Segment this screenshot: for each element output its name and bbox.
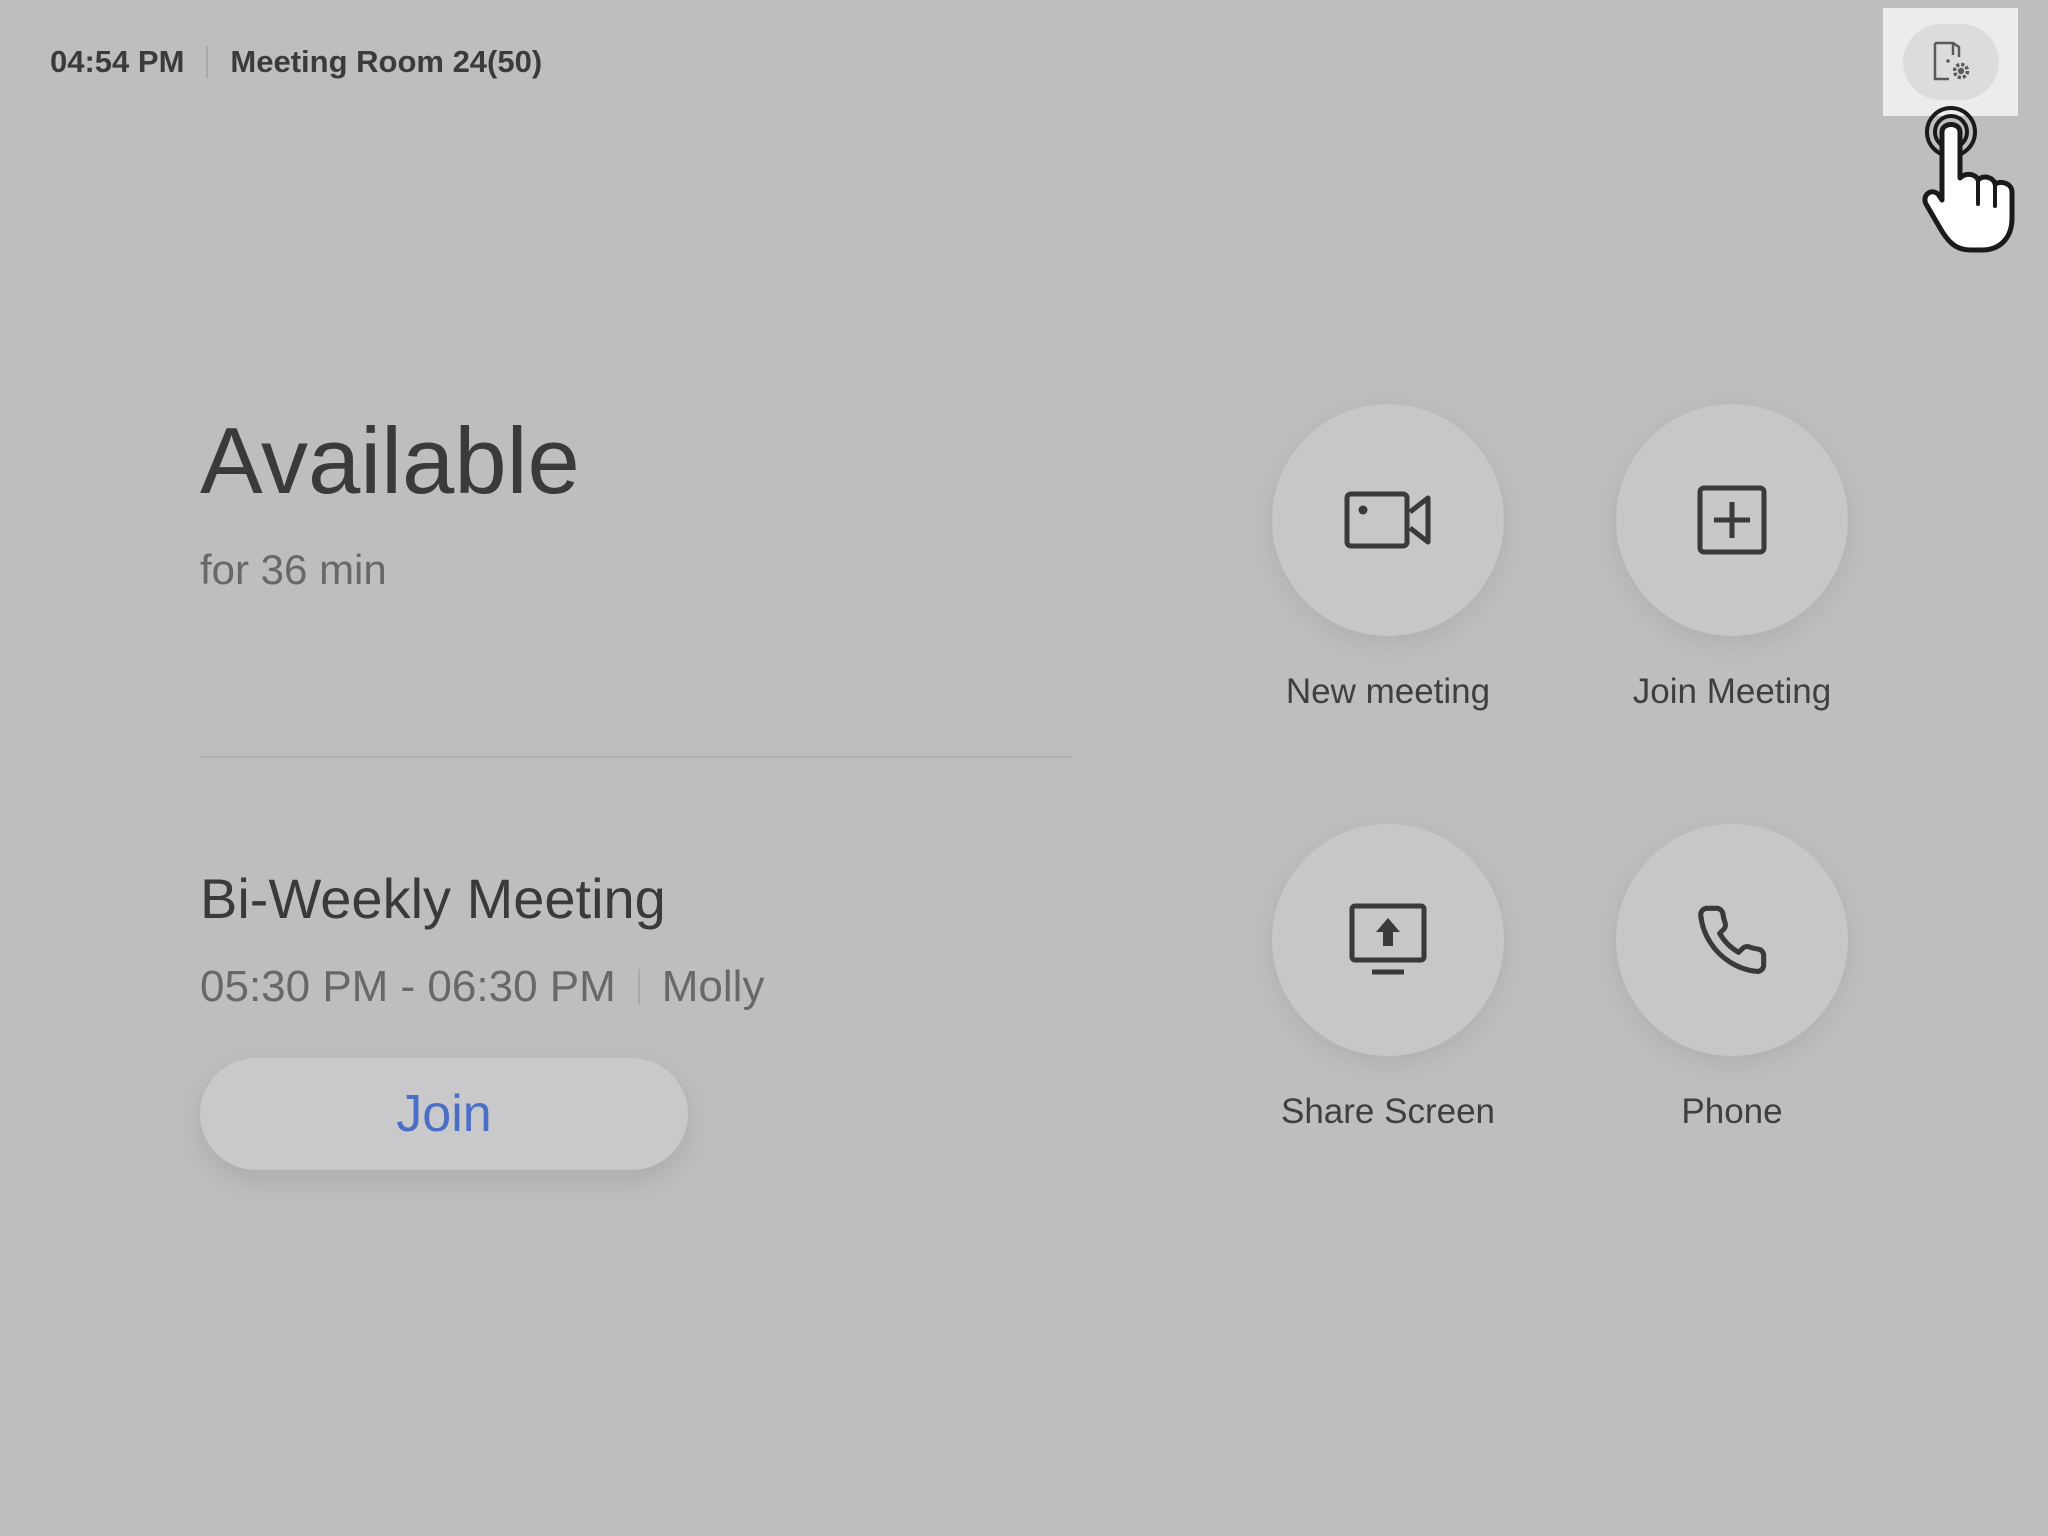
join-button[interactable]: Join bbox=[200, 1058, 688, 1170]
meta-divider bbox=[637, 969, 640, 1005]
upcoming-meeting-meta: 05:30 PM - 06:30 PM Molly bbox=[200, 962, 764, 1012]
video-camera-icon bbox=[1344, 491, 1431, 549]
phone-label: Phone bbox=[1681, 1092, 1783, 1131]
new-meeting-label: New meeting bbox=[1285, 672, 1491, 711]
room-settings-button[interactable] bbox=[1903, 24, 1999, 100]
upcoming-meeting-time: 05:30 PM - 06:30 PM bbox=[200, 962, 616, 1011]
upcoming-meeting-title: Bi-Weekly Meeting bbox=[200, 867, 666, 930]
phone-button[interactable] bbox=[1616, 824, 1848, 1056]
phone-action[interactable]: Phone bbox=[1616, 824, 1848, 1132]
upcoming-meeting-organizer: Molly bbox=[661, 962, 765, 1011]
room-settings-icon bbox=[1933, 41, 1970, 81]
current-time: 04:54 PM bbox=[50, 44, 185, 79]
top-bar: 04:54 PM Meeting Room 24(50) bbox=[50, 40, 542, 84]
phone-icon bbox=[1698, 905, 1767, 974]
share-screen-action[interactable]: Share Screen bbox=[1272, 824, 1504, 1132]
section-divider bbox=[200, 756, 1072, 758]
join-meeting-action[interactable]: Join Meeting bbox=[1616, 404, 1848, 712]
join-meeting-label: Join Meeting bbox=[1632, 672, 1832, 711]
join-meeting-button[interactable] bbox=[1616, 404, 1848, 636]
availability-status: Available bbox=[200, 408, 580, 513]
room-name: Meeting Room 24(50) bbox=[230, 44, 543, 79]
availability-duration: for 36 min bbox=[200, 546, 387, 593]
plus-square-icon bbox=[1697, 485, 1767, 555]
share-screen-button[interactable] bbox=[1272, 824, 1504, 1056]
share-screen-icon bbox=[1349, 903, 1427, 975]
new-meeting-action[interactable]: New meeting bbox=[1272, 404, 1504, 712]
new-meeting-button[interactable] bbox=[1272, 404, 1504, 636]
header-divider bbox=[206, 46, 209, 78]
hand-pointer-cursor-icon bbox=[1922, 106, 2015, 253]
share-screen-label: Share Screen bbox=[1280, 1092, 1496, 1131]
